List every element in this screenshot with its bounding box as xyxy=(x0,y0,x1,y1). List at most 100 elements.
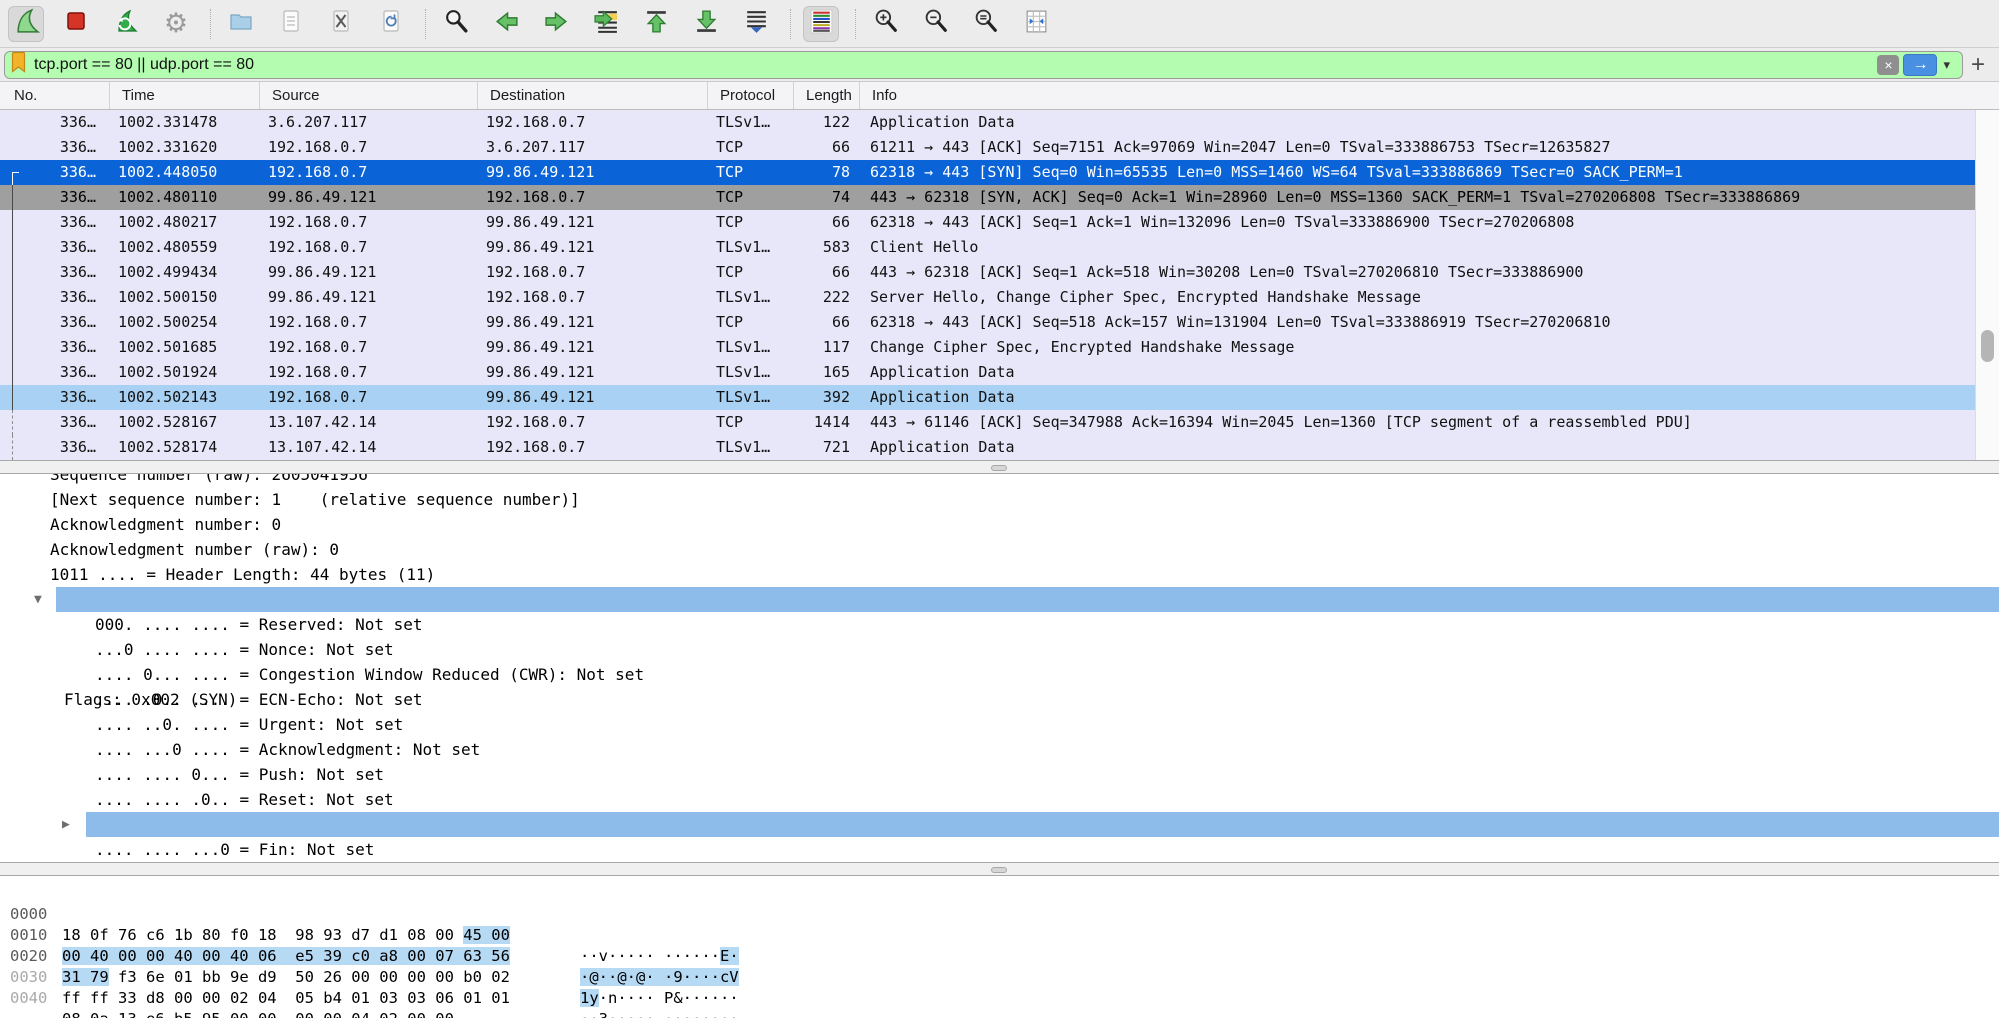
packet-row[interactable]: 336…1002.480217192.168.0.799.86.49.121TC… xyxy=(0,210,1975,235)
splitter-handle-icon xyxy=(991,867,1007,873)
shark-fin-icon xyxy=(13,8,40,40)
scrollbar-thumb[interactable] xyxy=(1981,330,1994,362)
protocol-cell: TCP xyxy=(708,210,794,235)
column-header-protocol[interactable]: Protocol xyxy=(708,82,794,109)
time-cell: 1002.331620 xyxy=(110,135,260,160)
info-cell: 443 → 62318 [ACK] Seq=1 Ack=518 Win=3020… xyxy=(860,260,1975,285)
filter-bookmark-icon[interactable] xyxy=(11,51,26,78)
packet-row-selected[interactable]: 336…1002.448050192.168.0.799.86.49.121TC… xyxy=(0,160,1975,185)
selection-highlight xyxy=(56,587,1999,612)
detail-line[interactable]: [Next sequence number: 1 (relative seque… xyxy=(0,487,1999,512)
column-header-length[interactable]: Length xyxy=(794,82,860,109)
colorize-packets-button[interactable] xyxy=(803,6,839,42)
pane-splitter[interactable] xyxy=(0,460,1999,474)
no-cell: 336… xyxy=(0,435,110,460)
resize-columns-button[interactable] xyxy=(1018,6,1054,42)
column-header-no[interactable]: No. xyxy=(0,82,110,109)
hex-row[interactable]: 0020 31 79 f3 6e 01 bb 9e d9 50 26 00 00… xyxy=(0,925,1999,946)
go-first-packet-button[interactable] xyxy=(638,6,674,42)
hex-row[interactable]: 0040 08 0a 13 e6 b5 95 00 00 00 00 04 02… xyxy=(0,967,1999,988)
go-last-packet-button[interactable] xyxy=(688,6,724,42)
stop-capture-button[interactable] xyxy=(58,6,94,42)
hex-row[interactable]: 0030 ff ff 33 d8 00 00 02 04 05 b4 01 03… xyxy=(0,946,1999,967)
go-forward-button[interactable] xyxy=(538,6,574,42)
zoom-100-button[interactable] xyxy=(968,6,1004,42)
packet-row[interactable]: 336…1002.50015099.86.49.121192.168.0.7TL… xyxy=(0,285,1975,310)
ascii-bytes[interactable]: 1y·n···· P&······ xyxy=(580,988,739,1009)
no-cell: 336… xyxy=(0,110,110,135)
detail-line[interactable]: ...0 .... .... = Nonce: Not set xyxy=(0,637,1999,662)
hex-row[interactable]: 0010 00 40 00 00 40 00 40 06 e5 39 c0 a8… xyxy=(0,904,1999,925)
detail-line[interactable]: .... .... .0.. = Reset: Not set xyxy=(0,787,1999,812)
detail-line[interactable]: 1011 .... = Header Length: 44 bytes (11) xyxy=(0,562,1999,587)
source-cell: 192.168.0.7 xyxy=(260,385,478,410)
column-header-info[interactable]: Info xyxy=(860,82,1999,109)
packet-row[interactable]: 336…1002.500254192.168.0.799.86.49.121TC… xyxy=(0,310,1975,335)
close-file-button[interactable] xyxy=(323,6,359,42)
packet-row[interactable]: 336…1002.52816713.107.42.14192.168.0.7TC… xyxy=(0,410,1975,435)
column-header-destination[interactable]: Destination xyxy=(478,82,708,109)
filter-dropdown-caret[interactable]: ▾ xyxy=(1937,57,1958,73)
packet-row[interactable]: 336…1002.52817413.107.42.14192.168.0.7TL… xyxy=(0,435,1975,460)
capture-options-button[interactable]: ⚙ xyxy=(158,6,194,42)
filter-expression-text[interactable]: tcp.port == 80 || udp.port == 80 xyxy=(26,56,1877,74)
packet-list-scrollbar[interactable] xyxy=(1975,110,1999,460)
detail-line[interactable]: .... ...0 .... = Acknowledgment: Not set xyxy=(0,737,1999,762)
detail-text: .... 0... .... = Congestion Window Reduc… xyxy=(0,662,1999,687)
hex-row[interactable]: 0000 18 0f 76 c6 1b 80 f0 18 98 93 d7 d1… xyxy=(0,883,1999,904)
hex-bytes[interactable]: ff ff 33 d8 00 00 02 04 05 b4 01 03 03 0… xyxy=(62,988,510,1009)
chevron-down-icon[interactable]: ▼ xyxy=(34,587,42,612)
detail-line[interactable]: Acknowledgment number: 0 xyxy=(0,512,1999,537)
open-file-button[interactable] xyxy=(223,6,259,42)
detail-line[interactable]: .... ..0. .... = Urgent: Not set xyxy=(0,712,1999,737)
detail-line[interactable]: .... .... 0... = Push: Not set xyxy=(0,762,1999,787)
column-header-source[interactable]: Source xyxy=(260,82,478,109)
no-cell: 336… xyxy=(0,410,110,435)
go-back-button[interactable] xyxy=(488,6,524,42)
packet-row[interactable]: 336…1002.501924192.168.0.799.86.49.121TL… xyxy=(0,360,1975,385)
packet-bytes-pane: 0000 18 0f 76 c6 1b 80 f0 18 98 93 d7 d1… xyxy=(0,876,1999,1018)
detail-line-flags-selected[interactable]: ▼ Flags: 0x002 (SYN) xyxy=(0,587,1999,612)
detail-line-syn-highlighted[interactable]: ▶ .... .... ..1. = Syn: Set xyxy=(0,812,1999,837)
destination-cell: 3.6.207.117 xyxy=(478,135,708,160)
packet-row[interactable]: 336…1002.331620192.168.0.73.6.207.117TCP… xyxy=(0,135,1975,160)
go-to-packet-button[interactable] xyxy=(588,6,624,42)
zoom-in-button[interactable] xyxy=(868,6,904,42)
detail-line[interactable]: Acknowledgment number (raw): 0 xyxy=(0,537,1999,562)
protocol-cell: TCP xyxy=(708,410,794,435)
restart-capture-button[interactable] xyxy=(108,6,144,42)
no-cell: 336… xyxy=(0,360,110,385)
packet-row[interactable]: 336…1002.3314783.6.207.117192.168.0.7TLS… xyxy=(0,110,1975,135)
display-filter-input[interactable]: tcp.port == 80 || udp.port == 80 × → ▾ xyxy=(4,51,1963,79)
column-header-time[interactable]: Time xyxy=(110,82,260,109)
filter-add-button[interactable]: + xyxy=(1963,51,1993,79)
detail-text: Sequence number (raw): 2605041956 xyxy=(0,474,1999,487)
chevron-right-icon[interactable]: ▶ xyxy=(62,812,70,837)
packet-row[interactable]: 336…1002.501685192.168.0.799.86.49.121TL… xyxy=(0,335,1975,360)
packet-row[interactable]: 336…1002.502143192.168.0.799.86.49.121TL… xyxy=(0,385,1975,410)
protocol-cell: TLSv1… xyxy=(708,385,794,410)
detail-line[interactable]: .... .0.. .... = ECN-Echo: Not set xyxy=(0,687,1999,712)
pane-splitter[interactable] xyxy=(0,862,1999,876)
start-capture-button[interactable] xyxy=(8,6,44,42)
hex-bytes[interactable]: 08 0a 13 e6 b5 95 00 00 00 00 04 02 00 0… xyxy=(62,1009,454,1018)
packet-row[interactable]: 336…1002.480559192.168.0.799.86.49.121TL… xyxy=(0,235,1975,260)
filter-clear-button[interactable]: × xyxy=(1877,55,1899,75)
find-packet-button[interactable] xyxy=(438,6,474,42)
detail-line[interactable]: .... 0... .... = Congestion Window Reduc… xyxy=(0,662,1999,687)
zoom-out-button[interactable] xyxy=(918,6,954,42)
packet-row[interactable]: 336…1002.49943499.86.49.121192.168.0.7TC… xyxy=(0,260,1975,285)
arrow-down-bar-icon xyxy=(693,8,720,40)
auto-scroll-button[interactable] xyxy=(738,6,774,42)
detail-line[interactable]: Sequence number (raw): 2605041956 xyxy=(0,474,1999,487)
destination-cell: 192.168.0.7 xyxy=(478,110,708,135)
detail-line[interactable]: 000. .... .... = Reserved: Not set xyxy=(0,612,1999,637)
packet-row[interactable]: 336…1002.48011099.86.49.121192.168.0.7TC… xyxy=(0,185,1975,210)
reload-file-button[interactable] xyxy=(373,6,409,42)
filter-apply-button[interactable]: → xyxy=(1903,54,1937,76)
auto-scroll-icon xyxy=(743,8,770,40)
ascii-bytes[interactable]: ··3····· ········ xyxy=(580,1009,739,1018)
save-file-button[interactable] xyxy=(273,6,309,42)
source-cell: 99.86.49.121 xyxy=(260,185,478,210)
detail-line[interactable]: .... .... ...0 = Fin: Not set xyxy=(0,837,1999,862)
